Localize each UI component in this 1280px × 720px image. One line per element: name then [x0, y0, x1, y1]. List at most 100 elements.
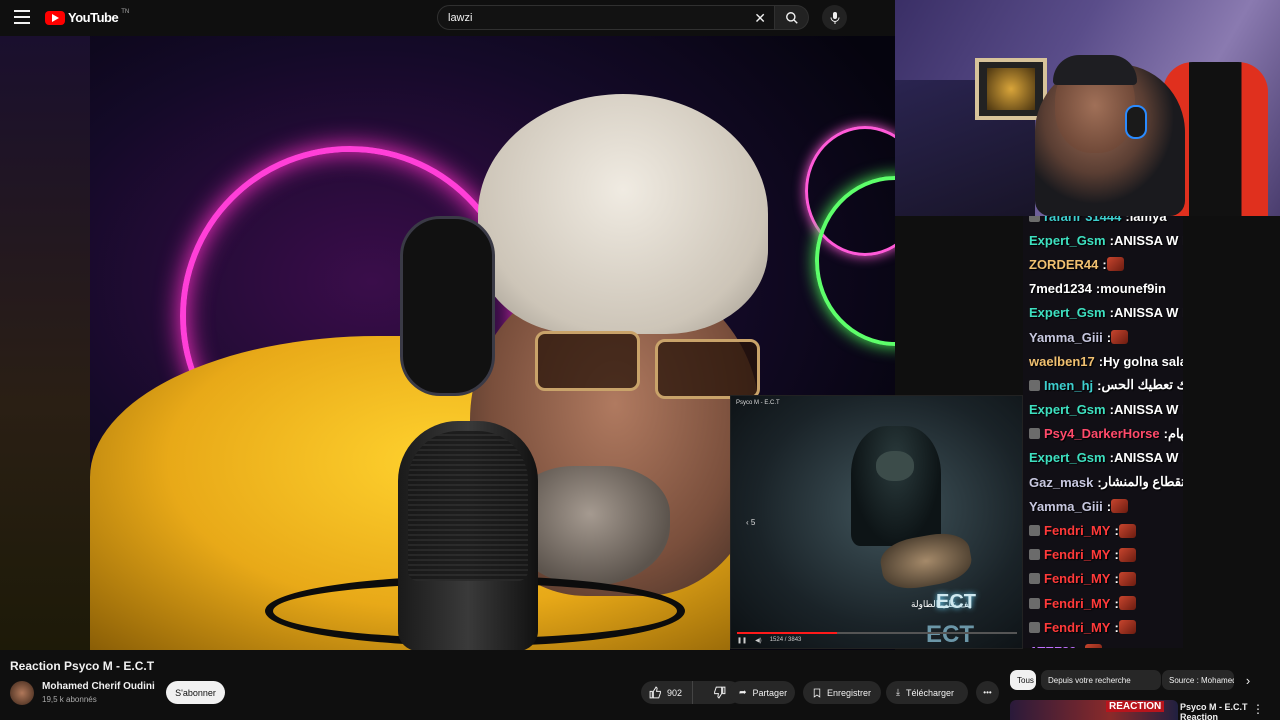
share-icon: ➦ [739, 687, 747, 697]
search-button[interactable] [775, 5, 809, 30]
subscriber-count: 19,5 k abonnés [42, 695, 97, 704]
channel-name[interactable]: Mohamed Cherif Oudini [42, 681, 155, 692]
chat-message: Fendri_MY: [1023, 518, 1183, 542]
pip-ect-logo: ECT [936, 591, 976, 613]
pip-time: 1524 / 3843 [769, 637, 802, 643]
download-button[interactable]: ⤓ Télécharger [886, 681, 968, 704]
menu-icon[interactable] [14, 10, 30, 24]
logo-text: YouTube [68, 10, 119, 25]
gas-mask [876, 451, 914, 481]
chat-message: Psy4_DarkerHorse: الهام [1023, 422, 1183, 446]
chat-username: Psy4_DarkerHorse [1044, 426, 1160, 442]
chat-text: mounef9in [1100, 281, 1166, 297]
region-code: TN [121, 8, 130, 15]
play-logo-icon [45, 10, 65, 25]
chat-badge-icon [1029, 216, 1040, 222]
thumbs-down-icon [714, 686, 726, 699]
emote-icon [1084, 644, 1102, 648]
chat-message: Fendri_MY: [1023, 567, 1183, 591]
video-title: Reaction Psyco M - E.C.T [10, 659, 155, 673]
chat-message-list: rafarir 31444: lamya Expert_Gsm: ANISSA W… [1023, 216, 1183, 648]
chat-username: Expert_Gsm [1029, 450, 1106, 466]
download-label: Télécharger [905, 687, 955, 698]
chat-username: Fendri_MY [1044, 619, 1111, 635]
chat-message: Expert_Gsm: ANISSA W ELISSA [1023, 398, 1183, 422]
emote-icon [1111, 499, 1129, 514]
emote-icon [1118, 620, 1136, 635]
youtube-logo[interactable]: YouTube TN [45, 8, 130, 25]
chat-badge-icon [1029, 549, 1040, 561]
chat-username: rafarir 31444 [1044, 216, 1122, 224]
chat-username: Yamma_Giii [1029, 498, 1103, 514]
chat-username: Yamma_Giii [1029, 329, 1103, 345]
download-icon: ⤓ [896, 687, 900, 697]
headset-icon [1125, 105, 1147, 139]
chat-username: Expert_Gsm [1029, 232, 1106, 248]
chat-message: Expert_Gsm: ANISSA W ELISSA [1023, 228, 1183, 252]
chat-message: Fendri_MY: [1023, 543, 1183, 567]
chat-message: 7med1234: mounef9in [1023, 277, 1183, 301]
chat-message: Fendri_MY: [1023, 591, 1183, 615]
chat-username: Fendri_MY [1044, 595, 1111, 611]
voice-search-button[interactable] [822, 5, 847, 30]
share-button[interactable]: ➦ Partager [729, 681, 795, 704]
clear-search-icon[interactable]: ✕ [754, 10, 766, 27]
chat-badge-icon [1029, 573, 1040, 585]
chat-message: rafarir 31444: lamya [1023, 216, 1183, 228]
pip-play-icon: ❚❚ [737, 638, 748, 644]
chat-text: Hy golna salam [1103, 353, 1183, 369]
subscribe-button[interactable]: S'abonner [166, 681, 225, 704]
chevron-right-icon[interactable]: › [1240, 670, 1256, 690]
chip-source[interactable]: Source : Mohamed [1162, 670, 1234, 690]
chat-message: Gaz_mask: لينات تقطاع والمنشار 😍 [1023, 470, 1183, 494]
chip-from-search[interactable]: Depuis votre recherche [1041, 670, 1161, 690]
chat-text: لينات تقطاع والمنشار 😍 [1101, 474, 1183, 490]
chat-message: waelben17: Hy golna salam [1023, 349, 1183, 373]
chat-text: الهام [1167, 425, 1183, 441]
headphone-cup [400, 216, 495, 396]
video-letterbox-left [0, 36, 90, 650]
microphone-grille [408, 431, 528, 581]
embedded-music-video: Psyco M - E.C.T ‹ 5 يف على الطاولة ECT E… [730, 395, 1023, 649]
sunglasses [515, 331, 765, 401]
video-info-bar: Reaction Psyco M - E.C.T Mohamed Cherif … [0, 650, 1280, 720]
webcam-overlay [895, 0, 1280, 216]
chat-username: Expert_Gsm [1029, 305, 1106, 321]
like-button[interactable]: 902 [641, 681, 693, 704]
like-count: 902 [667, 687, 683, 698]
thumbs-up-icon [649, 686, 661, 699]
chat-username: Fendri_MY [1044, 523, 1111, 539]
chat-username: ZORDER44 [1029, 256, 1099, 272]
recommended-thumbnail[interactable]: REACTION [1010, 700, 1178, 720]
more-horizontal-icon: ••• [983, 688, 992, 697]
webcam-cap [1053, 55, 1137, 85]
emote-icon [1118, 596, 1136, 611]
chat-username: 7med1234 [1029, 281, 1092, 297]
chat-text: و بعدك تعطيك الحس [1101, 377, 1183, 393]
pip-progress-bar [737, 632, 1017, 634]
chat-message: Yamma_Giii: [1023, 325, 1183, 349]
chat-badge-icon [1029, 597, 1040, 609]
masked-figure [851, 426, 941, 546]
more-actions-button[interactable]: ••• [976, 681, 999, 704]
search-bar: ✕ [437, 5, 775, 30]
search-input[interactable] [448, 11, 738, 24]
live-chat-overlay: rafarir 31444: lamya Expert_Gsm: ANISSA W… [1023, 216, 1183, 648]
save-button[interactable]: Enregistrer [803, 681, 881, 704]
pip-controls: ❚❚ ◀) 1524 / 3843 [737, 637, 801, 644]
search-icon [785, 11, 798, 24]
wall-frame [975, 58, 1047, 120]
channel-avatar[interactable] [10, 681, 34, 705]
chip-all[interactable]: Tous [1010, 670, 1036, 690]
pip-skip-back: ‹ 5 [746, 518, 756, 527]
microphone-icon [830, 11, 839, 24]
share-label: Partager [752, 687, 788, 698]
chat-badge-icon [1029, 621, 1040, 633]
reaction-badge: REACTION [1106, 701, 1165, 712]
chat-username: Imen_hj [1044, 377, 1094, 393]
chat-badge-icon [1029, 379, 1040, 391]
recommended-title[interactable]: Psyco M - E.C.T Reaction [1180, 702, 1250, 720]
chat-text: ANISSA W ELISSA [1113, 232, 1183, 248]
emote-icon [1118, 523, 1136, 538]
kebab-menu-icon[interactable]: ⋮ [1252, 702, 1264, 716]
